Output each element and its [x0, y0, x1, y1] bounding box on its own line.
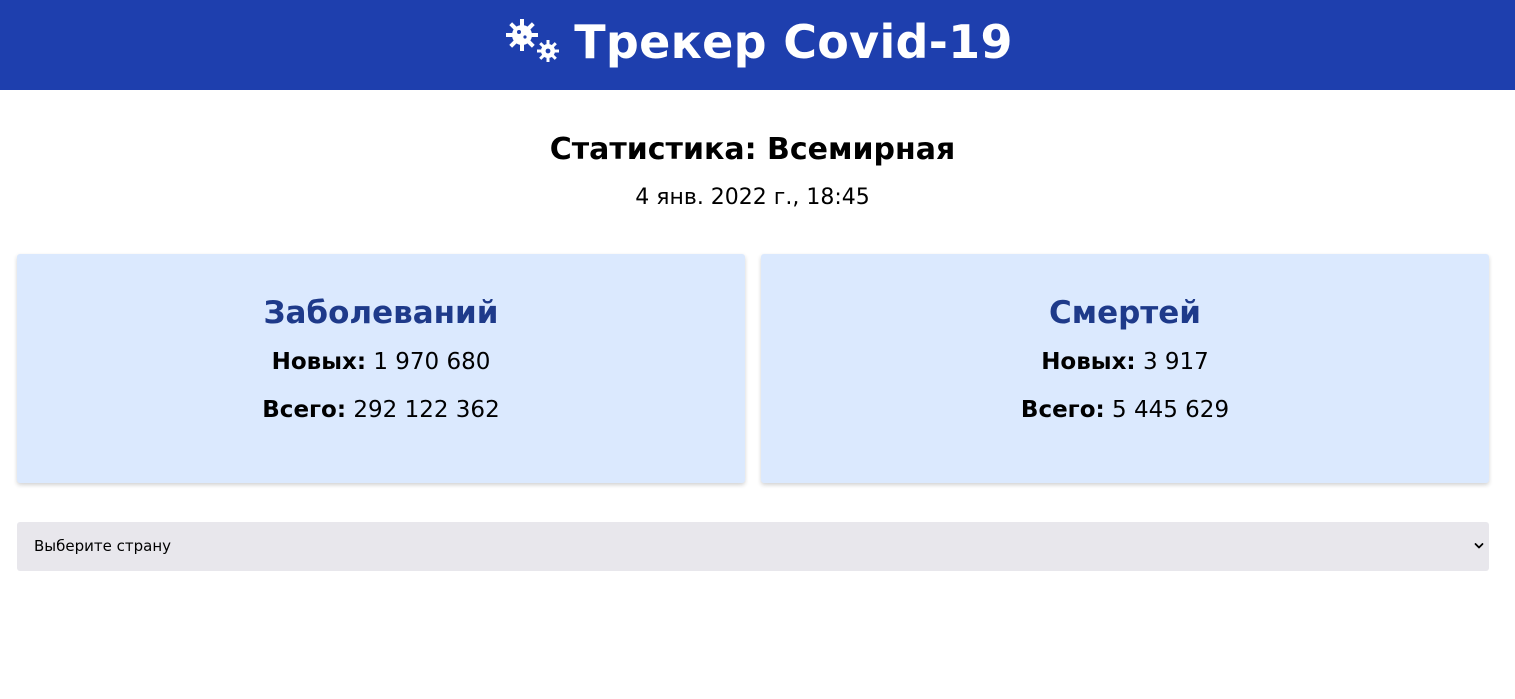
stats-date: 4 янв. 2022 г., 18:45 [635, 185, 870, 210]
deaths-new-label: Новых: [1041, 349, 1136, 375]
deaths-total-row: Всего: 5 445 629 [761, 394, 1489, 426]
cases-new-value: 1 970 680 [373, 349, 491, 375]
cases-total-row: Всего: 292 122 362 [17, 394, 745, 426]
country-select[interactable]: Выберите страну [17, 522, 1489, 571]
stats-title: Статистика: Всемирная [549, 132, 956, 167]
deaths-new-value: 3 917 [1142, 349, 1209, 375]
deaths-total-value: 5 445 629 [1112, 397, 1230, 423]
cases-card-title: Заболеваний [263, 295, 499, 331]
header-brand: Трекер Covid-19 [502, 17, 1013, 67]
app-header: Трекер Covid-19 [0, 0, 1515, 90]
deaths-card-title: Смертей [1048, 295, 1202, 331]
virus-gears-icon [506, 19, 560, 62]
app-title: Трекер Covid-19 [574, 15, 1013, 69]
cases-new-row: Новых: 1 970 680 [17, 346, 745, 378]
deaths-total-label: Всего: [1020, 397, 1105, 423]
cases-total-label: Всего: [262, 397, 347, 423]
chevron-down-icon [1474, 543, 1484, 549]
cases-card: Заболеваний Новых: 1 970 680 Всего: 292 … [17, 254, 745, 483]
deaths-card: Смертей Новых: 3 917 Всего: 5 445 629 [761, 254, 1489, 483]
country-select-value: Выберите страну [34, 537, 171, 555]
deaths-new-row: Новых: 3 917 [761, 346, 1489, 378]
cases-total-value: 292 122 362 [353, 397, 500, 423]
cases-new-label: Новых: [271, 349, 367, 375]
